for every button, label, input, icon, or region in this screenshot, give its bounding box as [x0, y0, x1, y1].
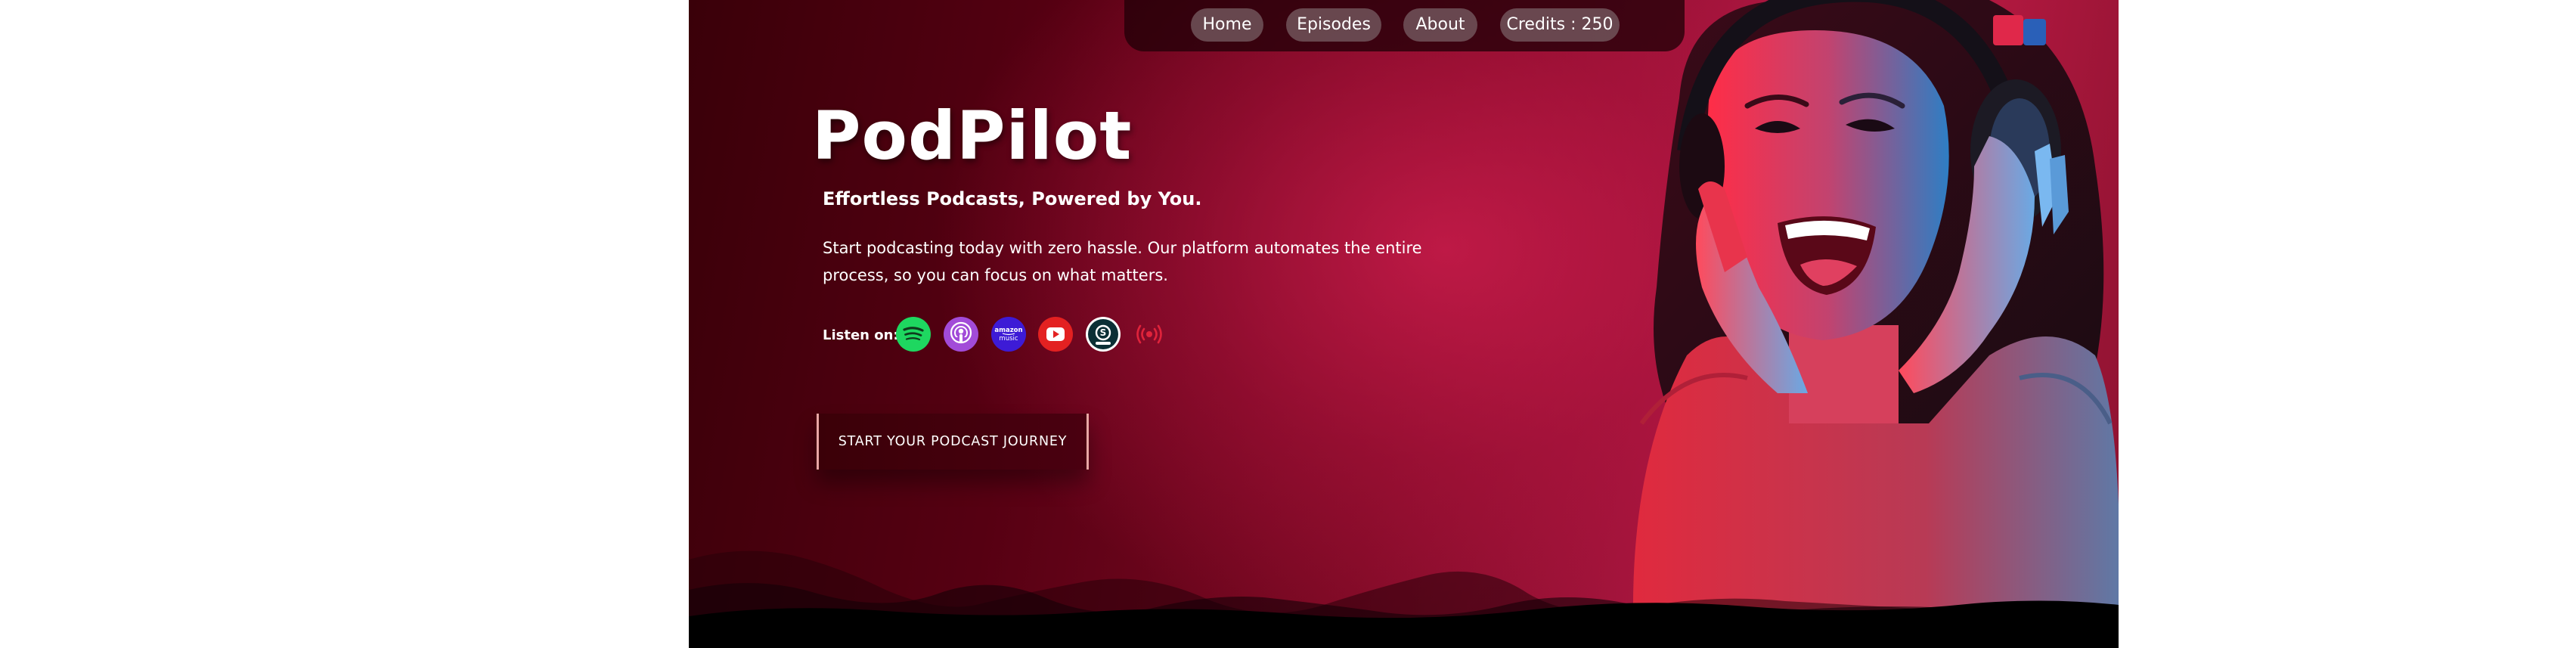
hero-description: Start podcasting today with zero hassle.… — [823, 239, 1422, 284]
hero-section: Home Episodes About Credits : 250 PodPil… — [689, 0, 2119, 648]
decorative-waves — [689, 550, 2119, 648]
music-wordmark: music — [999, 335, 1018, 343]
svg-text:S: S — [1100, 327, 1107, 338]
youtube-icon[interactable] — [1038, 317, 1073, 352]
amazon-wordmark: amazon — [994, 327, 1022, 334]
start-podcast-journey-button[interactable]: START YOUR PODCAST JOURNEY — [817, 414, 1089, 470]
spotify-icon[interactable] — [896, 317, 931, 352]
radio-broadcast-icon[interactable] — [1132, 317, 1167, 352]
brand-title: PodPilot — [812, 97, 1133, 175]
nav-about-link[interactable]: About — [1403, 8, 1477, 42]
hero-tagline: Effortless Podcasts, Powered by You. — [823, 188, 1202, 209]
castbox-icon[interactable]: S — [1086, 317, 1121, 352]
nav-home-link[interactable]: Home — [1191, 8, 1263, 42]
listen-on-label: Listen on: — [823, 327, 899, 343]
amazon-music-icon[interactable]: amazon music — [991, 317, 1026, 352]
nav-episodes-link[interactable]: Episodes — [1286, 8, 1381, 42]
apple-podcasts-icon[interactable] — [944, 317, 978, 352]
